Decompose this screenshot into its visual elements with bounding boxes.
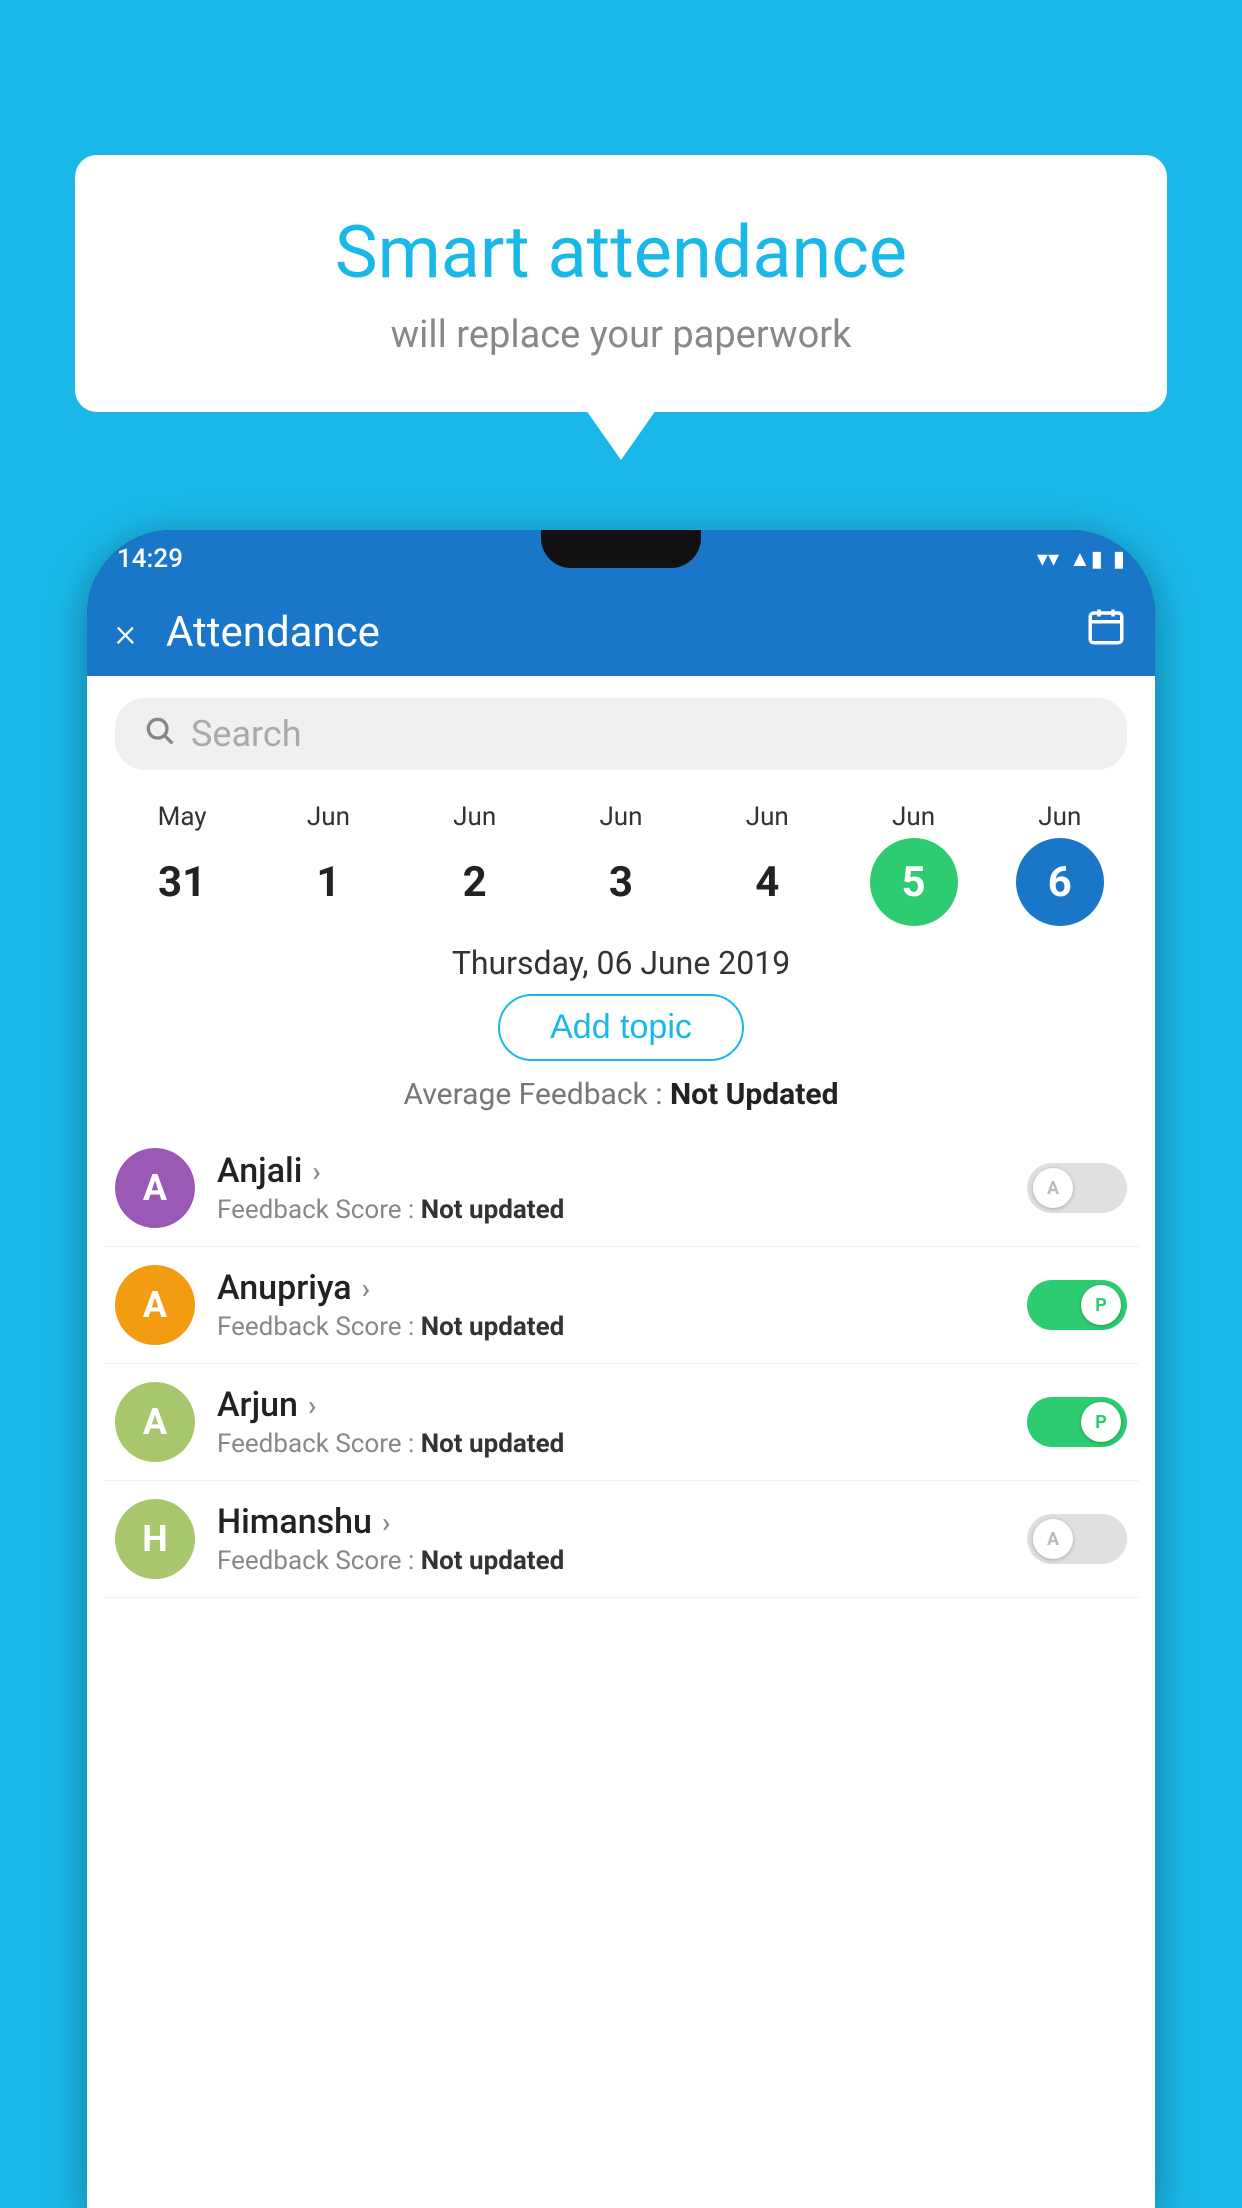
student-avatar: A [115, 1382, 195, 1462]
cal-month: Jun [307, 802, 350, 832]
chevron-icon: › [312, 1155, 320, 1188]
cal-month: Jun [453, 802, 496, 832]
speech-bubble: Smart attendance will replace your paper… [75, 155, 1167, 412]
toggle-knob: P [1081, 1285, 1121, 1325]
calendar-col[interactable]: Jun 3 [561, 802, 681, 926]
cal-month: Jun [1038, 802, 1081, 832]
phone-notch [541, 530, 701, 568]
toggle-knob: A [1033, 1519, 1073, 1559]
calendar-col[interactable]: Jun 1 [268, 802, 388, 926]
cal-day[interactable]: 5 [870, 838, 958, 926]
chevron-icon: › [362, 1272, 370, 1305]
cal-day[interactable]: 1 [284, 838, 372, 926]
cal-month: Jun [599, 802, 642, 832]
app-bar: × Attendance [87, 588, 1155, 676]
status-icons: ▾▾ ▲▮ ▮ [1037, 546, 1125, 572]
student-info: Anjali › Feedback Score : Not updated [217, 1151, 1027, 1225]
close-button[interactable]: × [115, 609, 136, 656]
student-avatar: H [115, 1499, 195, 1579]
attendance-toggle[interactable]: P [1027, 1397, 1127, 1447]
student-list: AAnjali ›Feedback Score : Not updatedAAA… [87, 1130, 1155, 1598]
student-name: Himanshu › [217, 1502, 1027, 1542]
search-icon [143, 714, 175, 754]
wifi-icon: ▾▾ [1037, 547, 1059, 572]
signal-icon: ▲▮ [1069, 546, 1103, 572]
cal-day[interactable]: 2 [431, 838, 519, 926]
calendar-col[interactable]: Jun 2 [415, 802, 535, 926]
calendar-col[interactable]: Jun 6 [1000, 802, 1120, 926]
chevron-icon: › [308, 1389, 316, 1422]
student-info: Arjun › Feedback Score : Not updated [217, 1385, 1027, 1459]
student-feedback: Feedback Score : Not updated [217, 1312, 1027, 1342]
status-time: 14:29 [117, 544, 183, 574]
cal-month: Jun [746, 802, 789, 832]
calendar-row: May 31 Jun 1 Jun 2 Jun 3 Jun 4 Jun 5 Jun 6 [87, 792, 1155, 926]
toggle-switch[interactable]: P [1027, 1397, 1127, 1447]
phone-frame: 14:29 ▾▾ ▲▮ ▮ × Attendance [87, 530, 1155, 2208]
student-item[interactable]: H Himanshu › Feedback Score : Not updatedA [103, 1481, 1139, 1598]
toggle-knob: A [1033, 1168, 1073, 1208]
attendance-toggle[interactable]: A [1027, 1163, 1127, 1213]
student-name: Anjali › [217, 1151, 1027, 1191]
cal-day[interactable]: 31 [138, 838, 226, 926]
search-bar[interactable]: Search [115, 698, 1127, 770]
calendar-icon[interactable] [1085, 606, 1127, 658]
student-item[interactable]: A Anupriya › Feedback Score : Not updated P [103, 1247, 1139, 1364]
student-feedback: Feedback Score : Not updated [217, 1195, 1027, 1225]
app-bar-title: Attendance [166, 608, 1085, 657]
cal-day[interactable]: 6 [1016, 838, 1104, 926]
student-item[interactable]: AAnjali ›Feedback Score : Not updatedA [103, 1130, 1139, 1247]
attendance-toggle[interactable]: A [1027, 1514, 1127, 1564]
date-label: Thursday, 06 June 2019 [87, 944, 1155, 982]
student-avatar: A [115, 1265, 195, 1345]
calendar-col[interactable]: Jun 5 [854, 802, 974, 926]
calendar-col[interactable]: May 31 [122, 802, 242, 926]
cal-day[interactable]: 4 [723, 838, 811, 926]
cal-day[interactable]: 3 [577, 838, 665, 926]
bubble-subtitle: will replace your paperwork [135, 313, 1107, 357]
toggle-switch[interactable]: A [1027, 1514, 1127, 1564]
search-placeholder: Search [191, 713, 302, 755]
attendance-toggle[interactable]: P [1027, 1280, 1127, 1330]
toggle-knob: P [1081, 1402, 1121, 1442]
student-info: Anupriya › Feedback Score : Not updated [217, 1268, 1027, 1342]
calendar-col[interactable]: Jun 4 [707, 802, 827, 926]
screen-content: Search May 31 Jun 1 Jun 2 Jun 3 Jun 4 Jun 5 Jun 6 Thu… [87, 676, 1155, 2208]
cal-month: Jun [892, 802, 935, 832]
student-info: Himanshu › Feedback Score : Not updated [217, 1502, 1027, 1576]
student-name: Arjun › [217, 1385, 1027, 1425]
battery-icon: ▮ [1113, 547, 1125, 572]
cal-month: May [158, 802, 207, 832]
add-topic-button[interactable]: Add topic [498, 994, 744, 1061]
chevron-icon: › [382, 1506, 390, 1539]
student-avatar: A [115, 1148, 195, 1228]
toggle-switch[interactable]: P [1027, 1280, 1127, 1330]
toggle-switch[interactable]: A [1027, 1163, 1127, 1213]
student-feedback: Feedback Score : Not updated [217, 1429, 1027, 1459]
bubble-title: Smart attendance [135, 210, 1107, 295]
student-item[interactable]: A Arjun › Feedback Score : Not updated P [103, 1364, 1139, 1481]
student-name: Anupriya › [217, 1268, 1027, 1308]
student-feedback: Feedback Score : Not updated [217, 1546, 1027, 1576]
avg-feedback: Average Feedback : Not Updated [87, 1077, 1155, 1112]
